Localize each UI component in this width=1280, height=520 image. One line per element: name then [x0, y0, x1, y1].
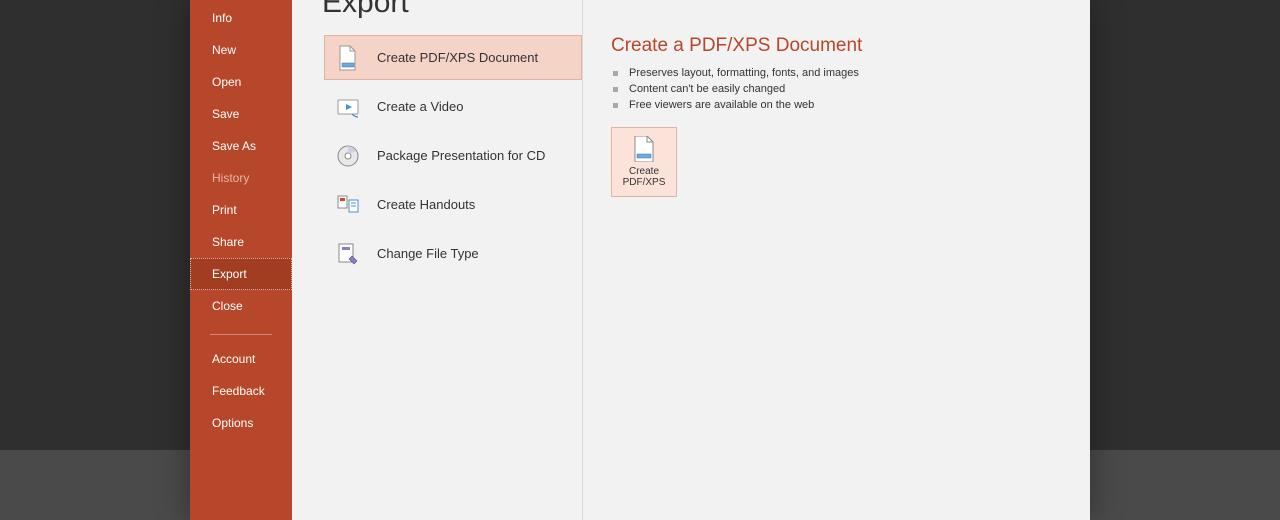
backstage-window: Info New Open Save Save As History Print Share E… — [190, 0, 1090, 520]
change-icon — [335, 241, 361, 267]
sidebar-item-label: Save As — [212, 139, 256, 153]
export-option-label: Create PDF/XPS Document — [377, 50, 538, 65]
sidebar-item-info[interactable]: Info — [190, 2, 292, 34]
sidebar-item-print[interactable]: Print — [190, 194, 292, 226]
backstage-content: Export Create PDF/XPS Document Create a V… — [292, 0, 1090, 520]
sidebar-separator — [210, 334, 272, 335]
sidebar-item-save[interactable]: Save — [190, 98, 292, 130]
sidebar-item-label: Info — [212, 11, 232, 25]
sidebar-item-label: Close — [212, 299, 243, 313]
sidebar-item-save-as[interactable]: Save As — [190, 130, 292, 162]
sidebar-item-share[interactable]: Share — [190, 226, 292, 258]
pdf-document-icon — [633, 136, 655, 162]
sidebar-item-open[interactable]: Open — [190, 66, 292, 98]
sidebar-item-label: Open — [212, 75, 241, 89]
export-option-pdf[interactable]: Create PDF/XPS Document — [324, 35, 582, 80]
detail-bullet: Preserves layout, formatting, fonts, and… — [611, 65, 1070, 81]
export-option-label: Change File Type — [377, 246, 479, 261]
detail-bullet-list: Preserves layout, formatting, fonts, and… — [611, 65, 1070, 113]
sidebar-item-label: Export — [212, 267, 247, 281]
cd-icon — [335, 143, 361, 169]
sidebar-item-label: Options — [212, 416, 253, 430]
export-option-label: Package Presentation for CD — [377, 148, 545, 163]
create-pdf-xps-button[interactable]: Create PDF/XPS — [611, 127, 677, 197]
export-detail-panel: Create a PDF/XPS Document Preserves layo… — [583, 0, 1090, 520]
detail-bullet: Free viewers are available on the web — [611, 97, 1070, 113]
sidebar-item-account[interactable]: Account — [190, 343, 292, 375]
button-label-line2: PDF/XPS — [623, 177, 666, 188]
sidebar-item-label: Save — [212, 107, 239, 121]
sidebar-item-label: Feedback — [212, 384, 265, 398]
video-icon — [335, 94, 361, 120]
sidebar-item-label: Share — [212, 235, 244, 249]
handout-icon — [335, 192, 361, 218]
backstage-sidebar: Info New Open Save Save As History Print Share E… — [190, 0, 292, 520]
export-option-label: Create a Video — [377, 99, 464, 114]
sidebar-item-label: New — [212, 43, 236, 57]
sidebar-item-label: Account — [212, 352, 255, 366]
export-option-handout[interactable]: Create Handouts — [324, 182, 582, 227]
export-option-list: Create PDF/XPS Document Create a Video Pac… — [292, 0, 582, 520]
sidebar-item-close[interactable]: Close — [190, 290, 292, 322]
export-option-video[interactable]: Create a Video — [324, 84, 582, 129]
detail-bullet: Content can't be easily changed — [611, 81, 1070, 97]
detail-title: Create a PDF/XPS Document — [611, 35, 1070, 57]
sidebar-item-new[interactable]: New — [190, 34, 292, 66]
sidebar-item-export[interactable]: Export — [190, 258, 292, 290]
sidebar-item-feedback[interactable]: Feedback — [190, 375, 292, 407]
button-label-line1: Create — [629, 166, 659, 177]
pdf-icon — [335, 45, 361, 71]
export-option-label: Create Handouts — [377, 197, 475, 212]
sidebar-item-options[interactable]: Options — [190, 407, 292, 439]
sidebar-item-label: History — [212, 171, 249, 185]
export-option-change[interactable]: Change File Type — [324, 231, 582, 276]
page-title: Export — [322, 0, 409, 20]
sidebar-item-history[interactable]: History — [190, 162, 292, 194]
export-option-cd[interactable]: Package Presentation for CD — [324, 133, 582, 178]
sidebar-item-label: Print — [212, 203, 237, 217]
